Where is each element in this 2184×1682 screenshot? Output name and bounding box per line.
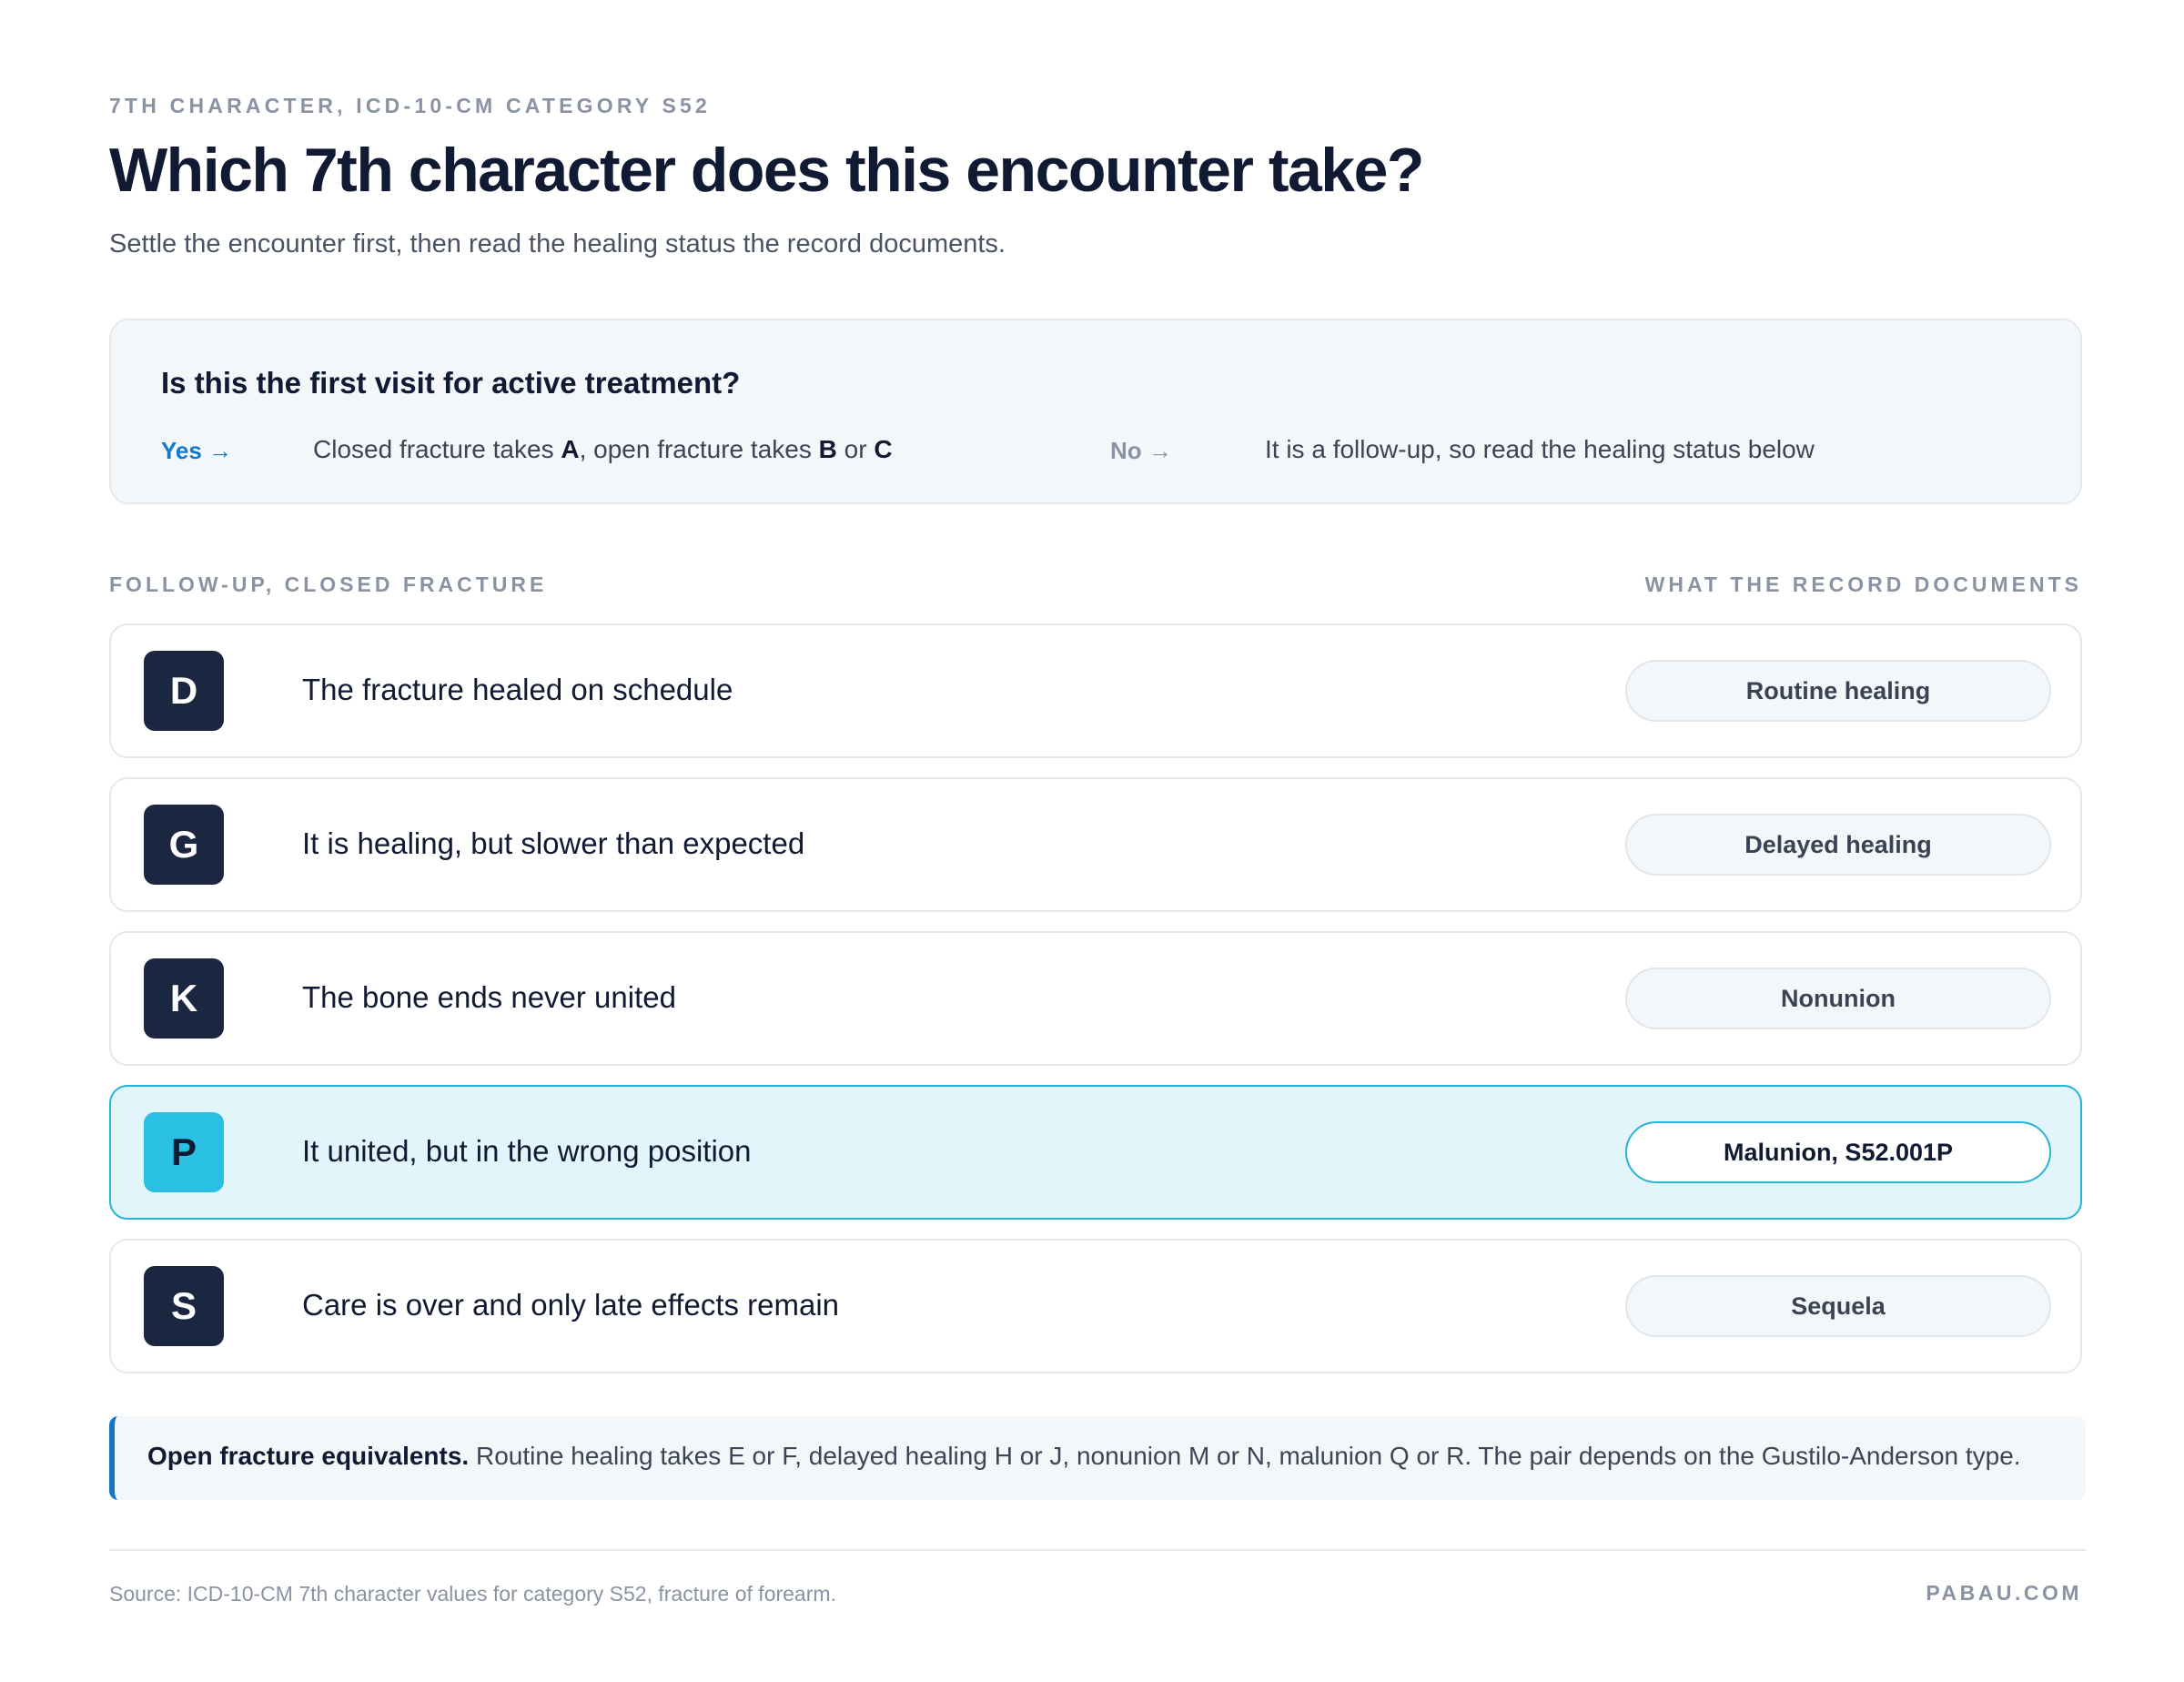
- row-description: Care is over and only late effects remai…: [302, 1288, 840, 1322]
- status-list: D The fracture healed on schedule Routin…: [109, 623, 2086, 1393]
- yes-answer: Closed fracture takes A, open fracture t…: [313, 435, 893, 464]
- no-label: No →: [1110, 437, 1172, 464]
- page-title: Which 7th character does this encounter …: [109, 136, 1424, 205]
- eyebrow: 7TH CHARACTER, ICD-10-CM CATEGORY S52: [109, 94, 712, 117]
- row-description: It is healing, but slower than expected: [302, 826, 805, 860]
- status-pill: Nonunion: [1625, 968, 2051, 1029]
- brand-logo-text: PABAU.COM: [1926, 1581, 2082, 1605]
- yes-text-part: or: [836, 435, 875, 463]
- yes-text-part: , open fracture takes: [579, 435, 819, 463]
- status-row-k: K The bone ends never united Nonunion: [109, 931, 2082, 1066]
- section-label-right: WHAT THE RECORD DOCUMENTS: [1644, 572, 2082, 596]
- letter-badge: S: [144, 1266, 224, 1346]
- letter-badge: D: [144, 651, 224, 731]
- letter-badge: G: [144, 805, 224, 885]
- status-pill: Routine healing: [1625, 660, 2051, 722]
- code-b: B: [818, 435, 837, 463]
- status-pill: Malunion, S52.001P: [1625, 1121, 2051, 1183]
- row-description: The fracture healed on schedule: [302, 673, 733, 706]
- note-body: Routine healing takes E or F, delayed he…: [469, 1442, 2021, 1470]
- status-row-p-highlighted: P It united, but in the wrong position M…: [109, 1085, 2082, 1220]
- status-row-d: D The fracture healed on schedule Routin…: [109, 623, 2082, 758]
- open-fracture-note: Open fracture equivalents. Routine heali…: [109, 1416, 2086, 1500]
- row-description: It united, but in the wrong position: [302, 1134, 752, 1168]
- page: 7TH CHARACTER, ICD-10-CM CATEGORY S52 Wh…: [109, 0, 2086, 1682]
- source-text: Source: ICD-10-CM 7th character values f…: [109, 1582, 836, 1606]
- letter-badge: K: [144, 958, 224, 1039]
- status-pill: Delayed healing: [1625, 814, 2051, 876]
- no-answer: It is a follow-up, so read the healing s…: [1265, 435, 1815, 463]
- status-row-g: G It is healing, but slower than expecte…: [109, 777, 2082, 912]
- section-label-left: FOLLOW-UP, CLOSED FRACTURE: [109, 572, 548, 596]
- code-c: C: [874, 435, 893, 463]
- yes-label: Yes →: [161, 437, 233, 464]
- letter-badge: P: [144, 1112, 224, 1192]
- footer-divider: [109, 1549, 2086, 1551]
- code-a: A: [561, 435, 580, 463]
- page-subtitle: Settle the encounter first, then read th…: [109, 229, 1006, 258]
- question-box: Is this the first visit for active treat…: [109, 319, 2082, 504]
- note-text: Open fracture equivalents. Routine heali…: [147, 1442, 2021, 1471]
- question-text: Is this the first visit for active treat…: [161, 366, 741, 400]
- yes-text-part: Closed fracture takes: [313, 435, 561, 463]
- row-description: The bone ends never united: [302, 980, 676, 1014]
- status-pill: Sequela: [1625, 1275, 2051, 1337]
- status-row-s: S Care is over and only late effects rem…: [109, 1239, 2082, 1373]
- note-heading: Open fracture equivalents.: [147, 1442, 470, 1470]
